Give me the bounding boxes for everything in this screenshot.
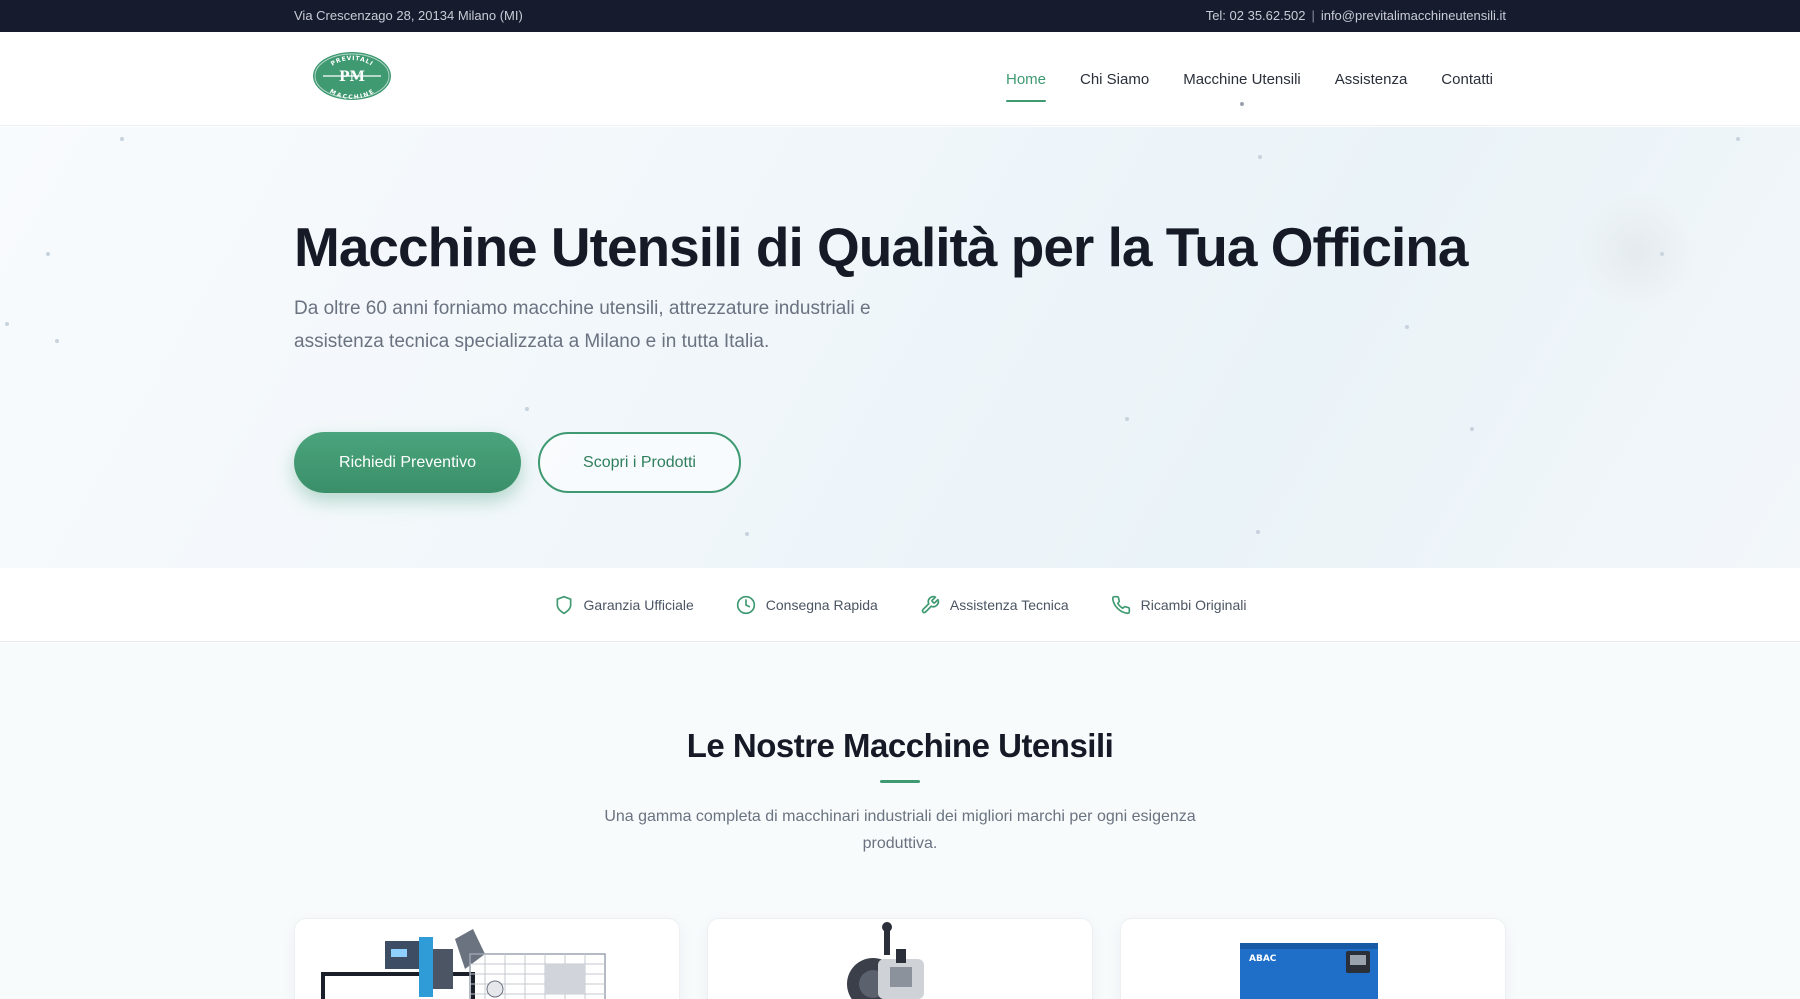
decorative-dot	[745, 532, 749, 536]
product-card[interactable]	[294, 918, 680, 999]
shield-icon	[556, 595, 572, 614]
decorative-dot	[525, 407, 529, 411]
main-navigation: Home Chi Siamo Macchine Utensili Assiste…	[989, 32, 1510, 126]
svg-text:MACCHINE: MACCHINE	[328, 88, 375, 100]
nav-item-macchine-utensili[interactable]: Macchine Utensili	[1166, 32, 1318, 126]
hero-title: Macchine Utensili di Qualità per la Tua …	[294, 216, 1468, 278]
wrench-icon	[921, 595, 940, 613]
products-section: Le Nostre Macchine Utensili Una gamma co…	[0, 643, 1800, 999]
air-compressor-image: ABAC	[1240, 943, 1378, 999]
features-strip: Garanzia Ufficiale Consegna Rapida Assis…	[0, 568, 1800, 642]
nav-item-contatti[interactable]: Contatti	[1424, 32, 1510, 126]
nav-item-assistenza[interactable]: Assistenza	[1318, 32, 1425, 126]
decorative-dot	[120, 137, 124, 141]
decorative-dot	[46, 252, 50, 256]
feature-item: Consegna Rapida	[736, 595, 878, 615]
site-header: PREVITALI MACCHINE PM Home Chi Siamo Mac…	[0, 32, 1800, 126]
nav-item-label: Contatti	[1441, 70, 1493, 88]
nav-item-label: Assistenza	[1334, 70, 1408, 88]
decorative-dot	[1125, 417, 1129, 421]
address-text: Via Crescenzago 28, 20134 Milano (MI)	[294, 8, 523, 23]
bandsaw-machine-image	[321, 929, 606, 999]
phone-link[interactable]: Tel: 02 35.62.502	[1206, 8, 1306, 23]
email-link[interactable]: info@previtalimacchineutensili.it	[1321, 8, 1506, 23]
contact-separator: |	[1311, 8, 1315, 23]
feature-label: Assistenza Tecnica	[949, 596, 1069, 613]
decorative-dot	[1470, 427, 1474, 431]
decorative-watermark	[1578, 192, 1696, 310]
feature-label: Garanzia Ufficiale	[583, 596, 694, 613]
feature-item: Assistenza Tecnica	[920, 595, 1069, 615]
nav-item-chi-siamo[interactable]: Chi Siamo	[1063, 32, 1166, 126]
hero-subtitle: Da oltre 60 anni forniamo macchine utens…	[294, 298, 871, 352]
svg-text:ABAC: ABAC	[1249, 954, 1277, 964]
feature-label: Consegna Rapida	[765, 596, 878, 613]
feature-label: Ricambi Originali	[1140, 596, 1247, 613]
phone-icon	[1111, 595, 1130, 614]
svg-text:PREVITALI: PREVITALI	[330, 55, 375, 68]
section-subtitle: Una gamma completa di macchinari industr…	[604, 808, 1196, 852]
dropdown-indicator-icon	[1239, 102, 1244, 106]
clock-icon	[736, 595, 755, 614]
decorative-dot	[1258, 155, 1262, 159]
feature-item: Garanzia Ufficiale	[554, 595, 694, 615]
top-info-bar: Via Crescenzago 28, 20134 Milano (MI) Te…	[0, 0, 1800, 32]
decorative-dot	[1256, 530, 1260, 534]
bench-grinder-image	[847, 922, 924, 999]
decorative-dot	[1405, 325, 1409, 329]
contact-info: Tel: 02 35.62.502 | info@previtalimacchi…	[1206, 8, 1506, 23]
nav-item-label: Macchine Utensili	[1183, 70, 1301, 88]
feature-item: Ricambi Originali	[1111, 595, 1247, 615]
section-title: Le Nostre Macchine Utensili	[686, 727, 1114, 764]
request-quote-button[interactable]: Richiedi Preventivo	[294, 432, 521, 493]
nav-item-label: Chi Siamo	[1080, 70, 1150, 88]
nav-item-home[interactable]: Home	[989, 32, 1063, 126]
decorative-dot	[5, 322, 9, 326]
nav-item-label: Home	[1005, 70, 1046, 88]
svg-text:PM: PM	[339, 69, 365, 85]
discover-products-button[interactable]: Scopri i Prodotti	[538, 432, 741, 493]
decorative-dot	[55, 339, 59, 343]
logo-emblem-icon: PREVITALI MACCHINE PM	[314, 53, 390, 100]
company-logo[interactable]: PREVITALI MACCHINE PM	[313, 52, 391, 100]
decorative-dot	[1736, 137, 1740, 141]
product-card[interactable]	[707, 918, 1093, 999]
title-underline	[880, 780, 920, 783]
hero-section: Macchine Utensili di Qualità per la Tua …	[0, 127, 1800, 568]
product-card[interactable]: ABAC	[1120, 918, 1506, 999]
